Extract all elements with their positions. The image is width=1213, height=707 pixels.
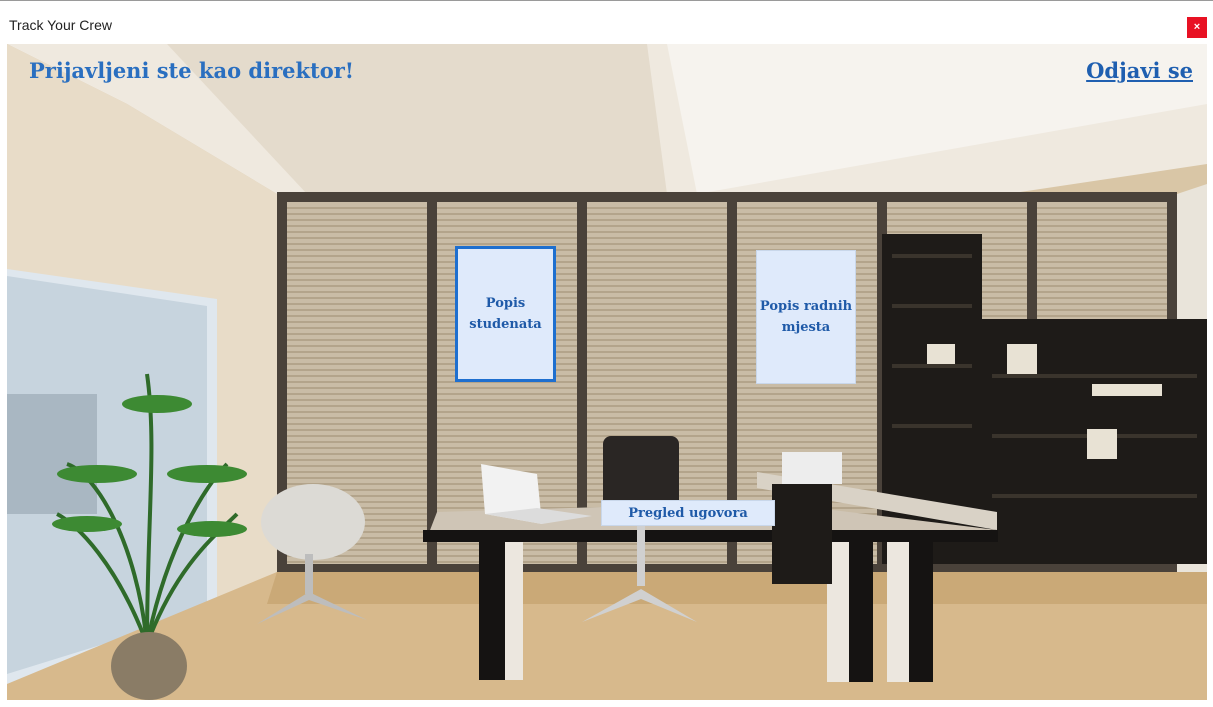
contracts-overview-button[interactable]: Pregled ugovora	[601, 500, 775, 526]
office-illustration	[7, 44, 1207, 700]
office-background: Prijavljeni ste kao direktor! Odjavi se …	[7, 44, 1207, 700]
page-title: Prijavljeni ste kao direktor!	[29, 58, 355, 83]
logout-link[interactable]: Odjavi se	[1086, 58, 1193, 83]
window-titlebar: Track Your Crew ×	[0, 0, 1213, 44]
close-button[interactable]: ×	[1187, 17, 1207, 38]
students-list-button[interactable]: Popis studenata	[455, 246, 556, 382]
window-title: Track Your Crew	[9, 17, 112, 33]
jobs-list-button[interactable]: Popis radnih mjesta	[756, 250, 856, 384]
